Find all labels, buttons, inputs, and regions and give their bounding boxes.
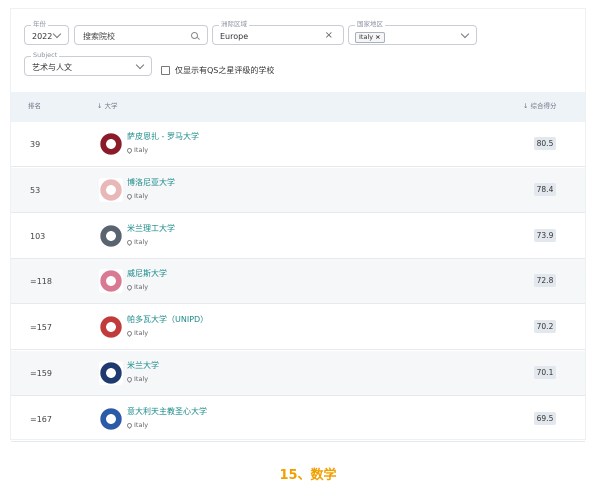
overall-score: 78.4: [534, 183, 556, 196]
rank-value: =159: [30, 369, 52, 378]
chevron-down-icon: [135, 60, 145, 70]
country-chip-label: Italy: [359, 33, 374, 41]
subject-select[interactable]: Subject 艺术与人文: [24, 51, 152, 76]
location-pin-icon: [125, 146, 134, 154]
location-pin-icon: [125, 283, 134, 291]
location-pin-icon: [125, 192, 134, 200]
overall-score: 73.9: [534, 229, 556, 242]
region-label: 洲际区域: [219, 20, 249, 29]
location: Italy: [125, 329, 149, 338]
table-header: 排名 ↓ 大学 ↓ 综合得分: [11, 92, 585, 122]
overall-score: 69.5: [534, 412, 556, 425]
university-name-link[interactable]: 威尼斯大学: [127, 269, 167, 279]
university-logo-icon: [99, 132, 123, 156]
location-text: Italy: [134, 283, 149, 291]
university-logo-icon: [99, 407, 123, 431]
table-row[interactable]: =118 威尼斯大学 Italy 72.8: [11, 259, 585, 304]
region-select[interactable]: 洲际区域 Europe ×: [212, 20, 344, 45]
section-title: 15、数学: [279, 468, 337, 483]
year-value: 2022: [32, 32, 53, 41]
university-name-link[interactable]: 米兰理工大学: [127, 224, 175, 234]
university-logo-icon: [99, 178, 123, 202]
search-input[interactable]: 搜索院校: [74, 25, 208, 45]
university-logo-icon: [99, 315, 123, 339]
overall-score: 70.1: [534, 366, 556, 379]
overall-score: 70.2: [534, 320, 556, 333]
location-pin-icon: [125, 238, 134, 246]
region-value: Europe: [220, 32, 249, 41]
table-row[interactable]: =167 意大利天主教圣心大学 Italy 69.5: [11, 397, 585, 442]
university-name-link[interactable]: 帕多瓦大学（UNIPD）: [127, 315, 208, 325]
search-placeholder: 搜索院校: [83, 32, 115, 41]
location: Italy: [125, 238, 149, 247]
score-header[interactable]: ↓ 综合得分: [523, 102, 557, 111]
location-pin-icon: [125, 329, 134, 337]
rank-value: 103: [30, 232, 46, 241]
rank-value: =118: [30, 277, 52, 286]
country-select[interactable]: 国家地区 Italy ×: [348, 20, 477, 45]
location: Italy: [125, 421, 149, 430]
qs-stars-checkbox[interactable]: [161, 66, 170, 75]
location: Italy: [125, 375, 149, 384]
overall-score: 72.8: [534, 274, 556, 287]
chevron-down-icon: [460, 29, 470, 39]
university-logo-icon: [99, 269, 123, 293]
table-row[interactable]: =159 米兰大学 Italy 70.1: [11, 351, 585, 396]
university-header[interactable]: ↓ 大学: [97, 102, 118, 111]
table-row[interactable]: 53 博洛尼亚大学 Italy 78.4: [11, 168, 585, 213]
university-name-link[interactable]: 萨皮恩扎 - 罗马大学: [127, 132, 199, 142]
table-row[interactable]: =157 帕多瓦大学（UNIPD） Italy 70.2: [11, 305, 585, 350]
clear-icon[interactable]: ×: [325, 30, 333, 42]
subject-value: 艺术与人文: [32, 63, 72, 72]
year-label: 年份: [31, 20, 48, 29]
overall-score: 80.5: [534, 137, 556, 150]
rankings-panel: 年份 2022 搜索院校 洲际区域 Europe × 国家地区 Italy × S…: [10, 8, 586, 442]
table-row[interactable]: 103 米兰理工大学 Italy 73.9: [11, 214, 585, 259]
location-text: Italy: [134, 329, 149, 337]
search-icon: [191, 32, 198, 39]
location-pin-icon: [125, 375, 134, 383]
rank-value: =157: [30, 323, 52, 332]
university-name-link[interactable]: 博洛尼亚大学: [127, 178, 175, 188]
location: Italy: [125, 192, 149, 201]
location-text: Italy: [134, 238, 149, 246]
chip-close-icon[interactable]: ×: [375, 33, 380, 41]
university-logo-icon: [99, 361, 123, 385]
rank-value: =167: [30, 415, 52, 424]
chevron-down-icon: [52, 29, 62, 39]
location-text: Italy: [134, 192, 149, 200]
location: Italy: [125, 146, 149, 155]
table-row[interactable]: 39 萨皮恩扎 - 罗马大学 Italy 80.5: [11, 122, 585, 167]
location-text: Italy: [134, 421, 149, 429]
location-text: Italy: [134, 146, 149, 154]
country-label: 国家地区: [355, 20, 385, 29]
country-chip[interactable]: Italy ×: [355, 32, 385, 43]
qs-stars-label[interactable]: 仅显示有QS之星评级的学校: [175, 65, 274, 76]
year-select[interactable]: 年份 2022: [24, 20, 69, 45]
location: Italy: [125, 283, 149, 292]
university-name-link[interactable]: 意大利天主教圣心大学: [127, 407, 207, 417]
rank-header[interactable]: 排名: [28, 102, 41, 111]
location-text: Italy: [134, 375, 149, 383]
university-logo-icon: [99, 224, 123, 248]
location-pin-icon: [125, 421, 134, 429]
university-name-link[interactable]: 米兰大学: [127, 361, 159, 371]
subject-label: Subject: [31, 51, 60, 60]
rank-value: 53: [30, 186, 41, 195]
rank-value: 39: [30, 140, 41, 149]
